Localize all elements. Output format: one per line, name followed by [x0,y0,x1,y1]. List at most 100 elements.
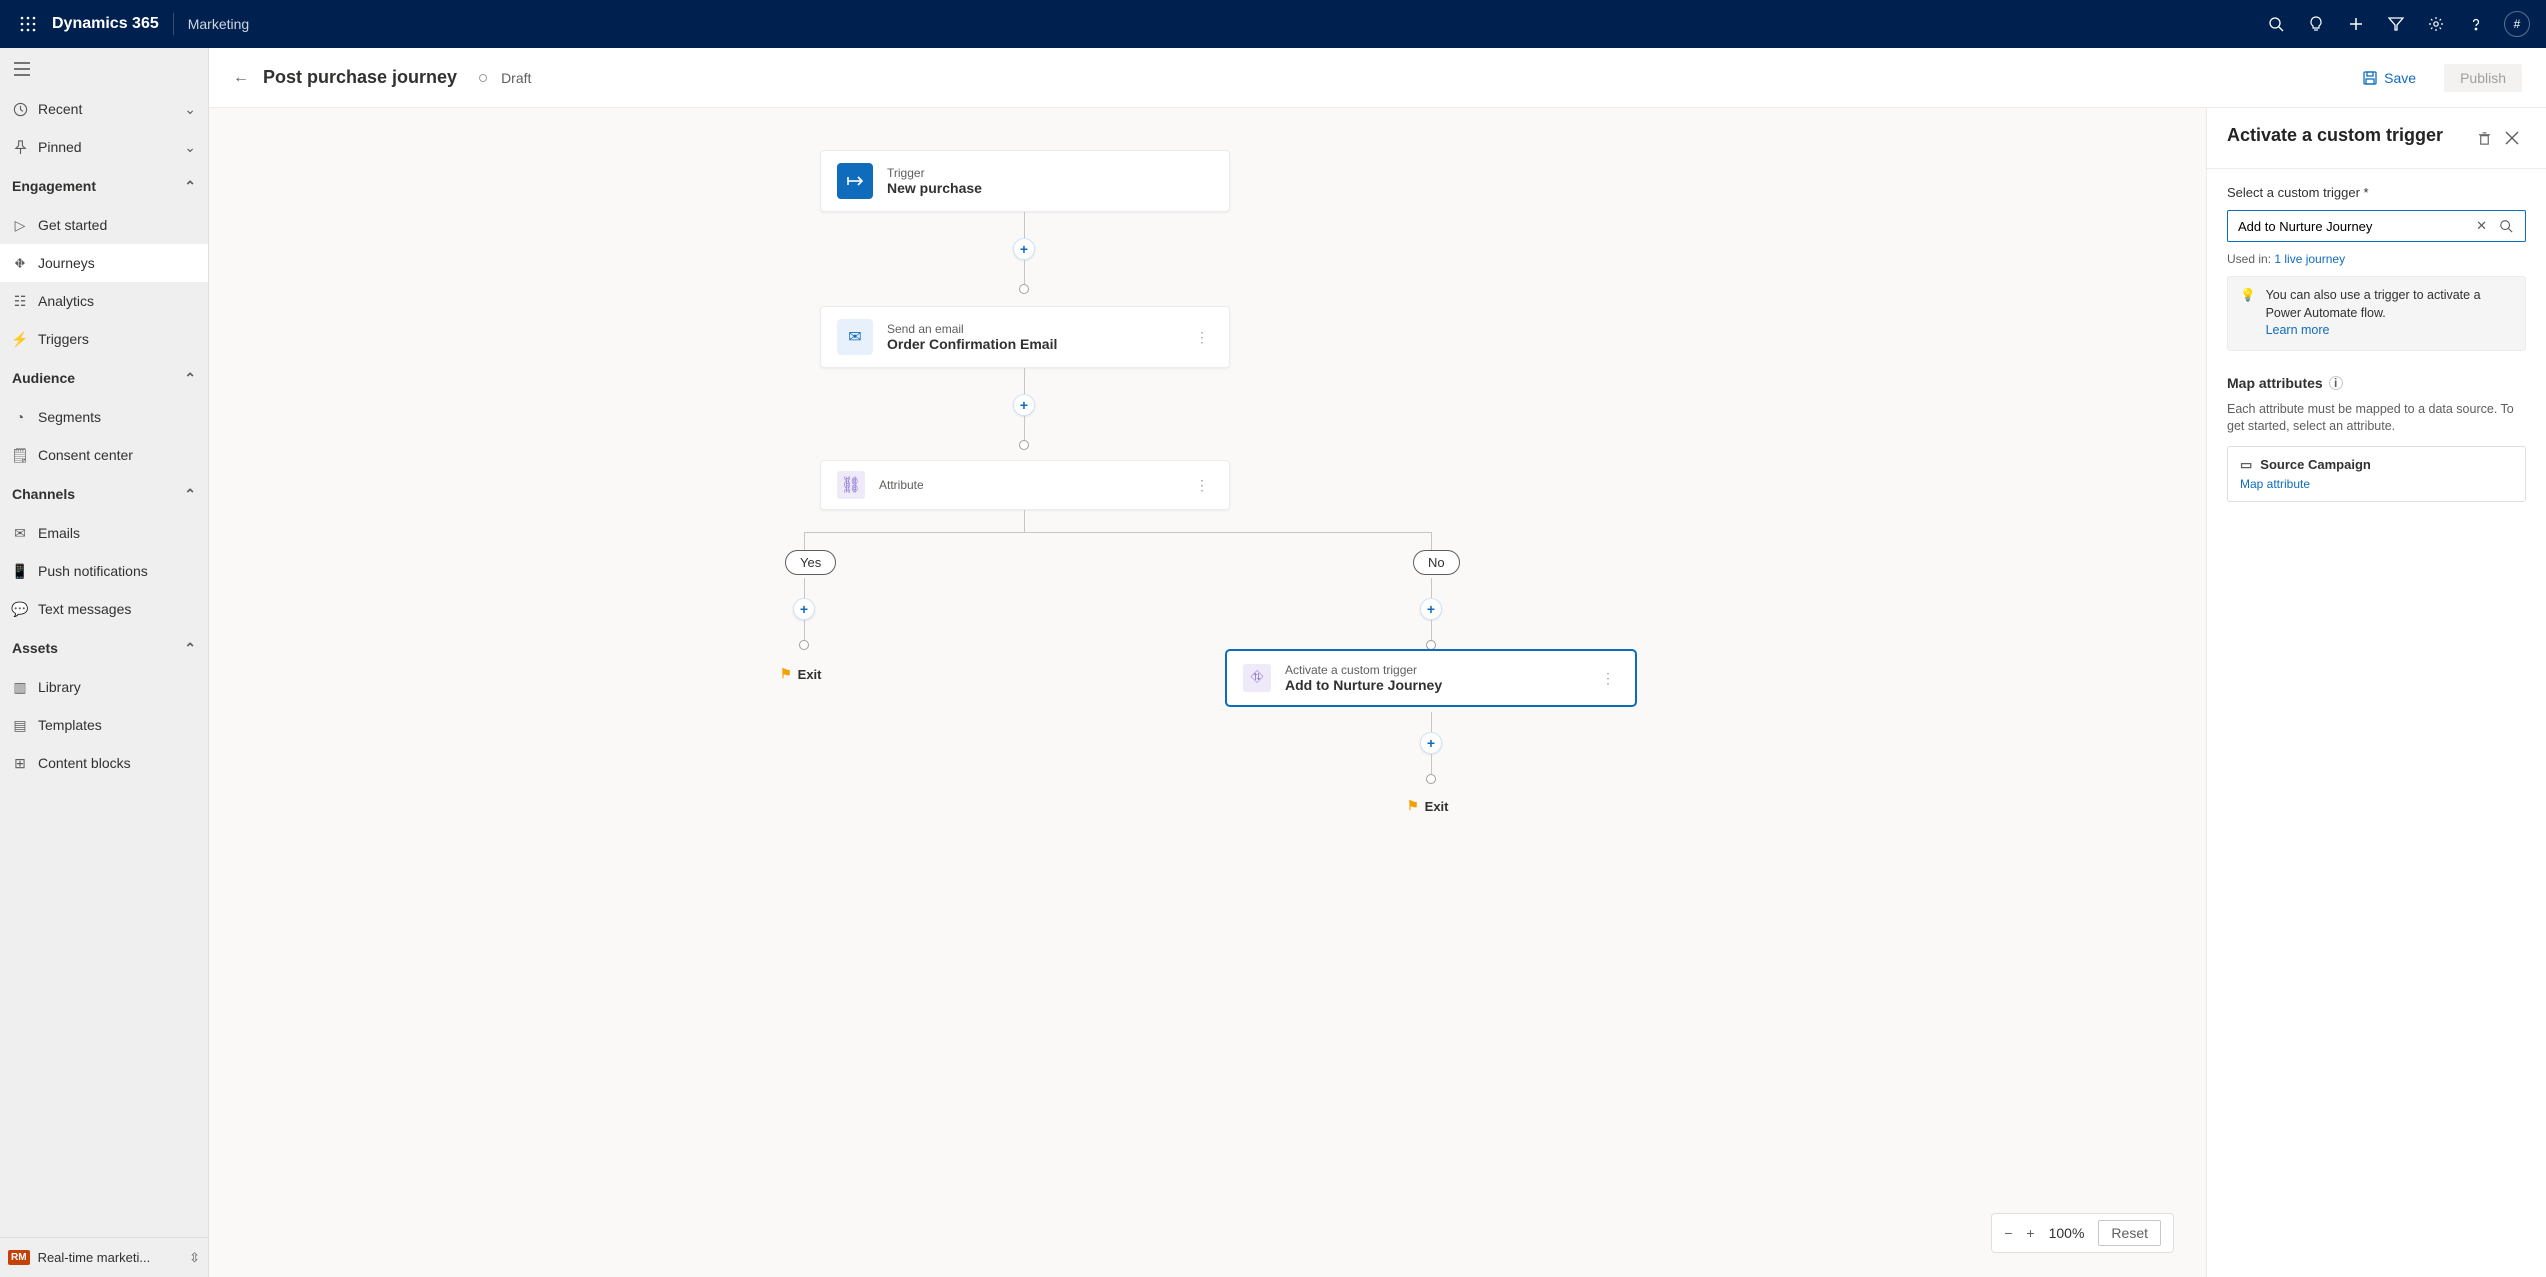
used-in-link[interactable]: 1 live journey [2274,252,2345,266]
nav-text[interactable]: 💬Text messages [0,590,208,628]
trigger-combobox[interactable]: ✕ [2227,210,2526,242]
node-trigger[interactable]: Trigger New purchase [820,150,1230,212]
lightbulb-icon: 💡 [2240,287,2256,340]
nav-library[interactable]: ▥Library [0,668,208,706]
help-icon[interactable] [2456,0,2496,48]
topbar: Dynamics 365 Marketing # [0,0,2546,48]
blocks-icon: ⊞ [12,755,28,771]
templates-icon: ▤ [12,717,28,733]
map-helper-text: Each attribute must be mapped to a data … [2227,401,2526,436]
node-custom-trigger[interactable]: ⛗ Activate a custom trigger Add to Nurtu… [1226,650,1636,706]
add-step-button[interactable]: + [1013,238,1035,260]
connector [1024,212,1025,238]
library-icon: ▥ [12,679,28,695]
zoom-out-button[interactable]: − [2004,1225,2012,1241]
nav-group-channels[interactable]: Channels ⌃ [0,474,208,514]
nav-label: Recent [38,101,82,117]
info-icon[interactable]: i [2329,376,2343,390]
nav-label: Get started [38,217,107,233]
nav-segments[interactable]: ◔Segments [0,398,208,436]
gear-icon[interactable] [2416,0,2456,48]
brand-label[interactable]: Dynamics 365 [52,15,159,33]
journey-canvas[interactable]: Trigger New purchase + ✉ Send an email O… [209,108,2206,1277]
app-launcher-icon[interactable] [8,0,48,48]
nav-group-audience[interactable]: Audience ⌃ [0,358,208,398]
node-email[interactable]: ✉ Send an email Order Confirmation Email… [820,306,1230,368]
add-step-button[interactable]: + [793,598,815,620]
map-attribute-link[interactable]: Map attribute [2240,477,2513,491]
nav-push[interactable]: 📱Push notifications [0,552,208,590]
area-switcher[interactable]: RM Real-time marketi... ⇳ [0,1237,208,1277]
hamburger-icon[interactable] [0,48,208,90]
add-step-button[interactable]: + [1420,598,1442,620]
map-attributes-title: Map attributes i [2227,375,2526,391]
add-step-button[interactable]: + [1420,732,1442,754]
search-icon[interactable] [2493,215,2519,237]
area-label: Real-time marketi... [38,1250,151,1265]
chevron-up-icon: ⌃ [184,178,196,195]
zoom-in-button[interactable]: + [2026,1225,2034,1241]
node-sublabel: Activate a custom trigger [1285,663,1442,677]
nav-journeys[interactable]: ⛖Journeys [0,244,208,282]
search-icon[interactable] [2256,0,2296,48]
attribute-icon: ⛓ [837,471,865,499]
branch-no-pill[interactable]: No [1413,550,1460,575]
node-title: Add to Nurture Journey [1285,677,1442,693]
bolt-icon: ⚡ [12,331,28,347]
nav-triggers[interactable]: ⚡Triggers [0,320,208,358]
back-button[interactable]: ← [233,69,249,87]
sms-icon: 💬 [12,601,28,617]
save-label: Save [2384,70,2416,86]
nav-pinned[interactable]: Pinned ⌄ [0,128,208,166]
nav-group-label: Audience [12,370,75,386]
nav-analytics[interactable]: ☷Analytics [0,282,208,320]
filter-icon[interactable] [2376,0,2416,48]
nav-label: Pinned [38,139,82,155]
zoom-level: 100% [2049,1225,2085,1241]
more-icon[interactable]: ⋮ [1597,666,1619,691]
attribute-card[interactable]: ▭ Source Campaign Map attribute [2227,446,2526,502]
zoom-reset-button[interactable]: Reset [2098,1220,2161,1246]
nav-content-blocks[interactable]: ⊞Content blocks [0,744,208,782]
exit-label-yes: ⚑Exit [780,666,822,682]
node-title: Attribute [879,478,924,492]
push-icon: 📱 [12,563,28,579]
lightbulb-icon[interactable] [2296,0,2336,48]
plus-icon[interactable] [2336,0,2376,48]
add-step-button[interactable]: + [1013,394,1035,416]
clock-icon [12,101,28,117]
nav-label: Journeys [38,255,95,271]
nav-get-started[interactable]: ▷Get started [0,206,208,244]
connector-end [799,640,809,650]
learn-more-link[interactable]: Learn more [2266,323,2330,337]
connector [1431,620,1432,640]
chevron-down-icon: ⌄ [184,101,196,118]
close-icon[interactable] [2498,124,2526,152]
nav-group-engagement[interactable]: Engagement ⌃ [0,166,208,206]
segments-icon: ◔ [12,409,28,425]
more-icon[interactable]: ⋮ [1191,473,1213,498]
branch-yes-pill[interactable]: Yes [785,550,836,575]
branch-no-label: No [1428,555,1445,570]
avatar[interactable]: # [2504,11,2530,37]
chevron-up-icon: ⌃ [184,486,196,503]
nav-emails[interactable]: ✉Emails [0,514,208,552]
chevron-up-icon: ⌃ [184,640,196,657]
save-button[interactable]: Save [2362,70,2416,86]
node-sublabel: Trigger [887,166,982,180]
module-label[interactable]: Marketing [188,16,249,32]
nav-recent[interactable]: Recent ⌄ [0,90,208,128]
nav-consent[interactable]: 🗒Consent center [0,436,208,474]
connector [1431,532,1432,550]
attribute-name: Source Campaign [2260,457,2371,472]
node-attribute[interactable]: ⛓ Attribute ⋮ [820,460,1230,510]
trigger-input[interactable] [2238,219,2470,234]
delete-icon[interactable] [2470,124,2498,152]
nav-templates[interactable]: ▤ Templates [0,706,208,744]
clear-icon[interactable]: ✕ [2470,214,2493,238]
more-icon[interactable]: ⋮ [1191,325,1213,350]
analytics-icon: ☷ [12,293,28,309]
nav-group-assets[interactable]: Assets ⌃ [0,628,208,668]
zoom-bar: − + 100% Reset [1991,1213,2174,1253]
nav-label: Templates [38,717,102,733]
